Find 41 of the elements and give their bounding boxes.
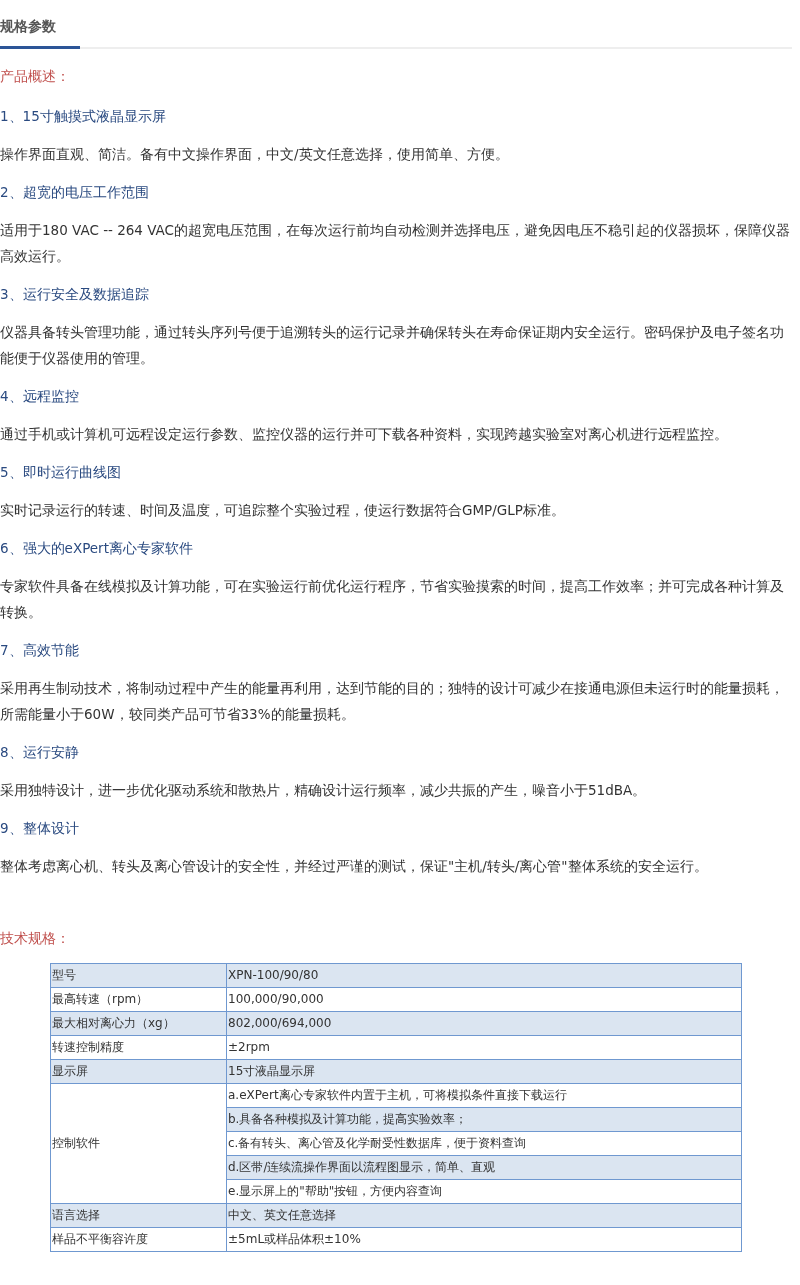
feature-description: 仪器具备转头管理功能，通过转头序列号便于追溯转头的运行记录并确保转头在寿命保证期内安全运行。密码保护及电子签名功能便于仪器使用的管理。 xyxy=(0,323,785,368)
table-cell: b.具备各种模拟及计算功能，提高实验效率； xyxy=(226,1107,742,1132)
table-cell: 语言选择 xyxy=(50,1203,227,1228)
feature-description: 适用于180 VAC -- 264 VAC的超宽电压范围，在每次运行前均自动检测并选择电压，避免因电压不稳引起的仪器损坏，保障仪器高效运行。 xyxy=(0,221,792,266)
table-cell: ±2rpm xyxy=(226,1035,742,1060)
feature-heading: 8、运行安静 xyxy=(0,743,80,762)
table-cell: ±5mL或样品体积±10% xyxy=(226,1227,742,1252)
table-cell: e.显示屏上的"帮助"按钮，方便内容查询 xyxy=(226,1179,742,1204)
table-cell: 最大相对离心力（xg） xyxy=(50,1011,227,1036)
feature-heading: 1、15寸触摸式液晶显示屏 xyxy=(0,107,167,126)
table-cell: 15寸液晶显示屏 xyxy=(226,1059,742,1084)
table-cell: 控制软件 xyxy=(50,1083,227,1204)
table-cell: XPN-100/90/80 xyxy=(226,963,742,988)
table-cell: 型号 xyxy=(50,963,227,988)
feature-heading: 7、高效节能 xyxy=(0,641,80,660)
feature-heading: 5、即时运行曲线图 xyxy=(0,463,122,482)
feature-heading: 9、整体设计 xyxy=(0,819,80,838)
table-cell: 显示屏 xyxy=(50,1059,227,1084)
table-cell: 100,000/90,000 xyxy=(226,987,742,1012)
table-cell: 样品不平衡容许度 xyxy=(50,1227,227,1252)
feature-heading: 4、远程监控 xyxy=(0,387,80,406)
feature-description: 操作界面直观、简洁。备有中文操作界面，中文/英文任意选择，使用简单、方便。 xyxy=(0,145,510,164)
table-cell: c.备有转头、离心管及化学耐受性数据库，便于资料查询 xyxy=(226,1131,742,1156)
table-cell: 中文、英文任意选择 xyxy=(226,1203,742,1228)
feature-description: 专家软件具备在线模拟及计算功能，可在实验运行前优化运行程序，节省实验摸索的时间，提高工作效率；并可完成各种计算及转换。 xyxy=(0,577,785,622)
table-cell: 转速控制精度 xyxy=(50,1035,227,1060)
feature-heading: 2、超宽的电压工作范围 xyxy=(0,183,150,202)
feature-description: 整体考虑离心机、转头及离心管设计的安全性，并经过严谨的测试，保证"主机/转头/离心管"整体系统的安全运行。 xyxy=(0,857,709,876)
section-tab[interactable]: 规格参数 xyxy=(0,18,80,49)
table-cell: a.eXPert离心专家软件内置于主机，可将模拟条件直接下载运行 xyxy=(226,1083,742,1108)
feature-heading: 6、强大的eXPert离心专家软件 xyxy=(0,539,194,558)
table-cell: d.区带/连续流操作界面以流程图显示，简单、直观 xyxy=(226,1155,742,1180)
feature-description: 通过手机或计算机可远程设定运行参数、监控仪器的运行并可下载各种资料，实现跨越实验室对离心机进行远程监控。 xyxy=(0,425,729,444)
feature-description: 采用再生制动技术，将制动过程中产生的能量再利用，达到节能的目的；独特的设计可减少在接通电源但未运行时的能量损耗，所需能量小于60W，较同类产品可节省33%的能量损耗。 xyxy=(0,679,785,724)
table-cell: 802,000/694,000 xyxy=(226,1011,742,1036)
feature-heading: 3、运行安全及数据追踪 xyxy=(0,285,150,304)
feature-description: 实时记录运行的转速、时间及温度，可追踪整个实验过程，使运行数据符合GMP/GLP标准。 xyxy=(0,501,566,520)
section-label: 技术规格： xyxy=(0,929,71,948)
feature-description: 采用独特设计，进一步优化驱动系统和散热片，精确设计运行频率，减少共振的产生，噪音小于51dBA。 xyxy=(0,781,648,800)
section-label: 产品概述： xyxy=(0,67,71,86)
table-cell: 最高转速（rpm） xyxy=(50,987,227,1012)
